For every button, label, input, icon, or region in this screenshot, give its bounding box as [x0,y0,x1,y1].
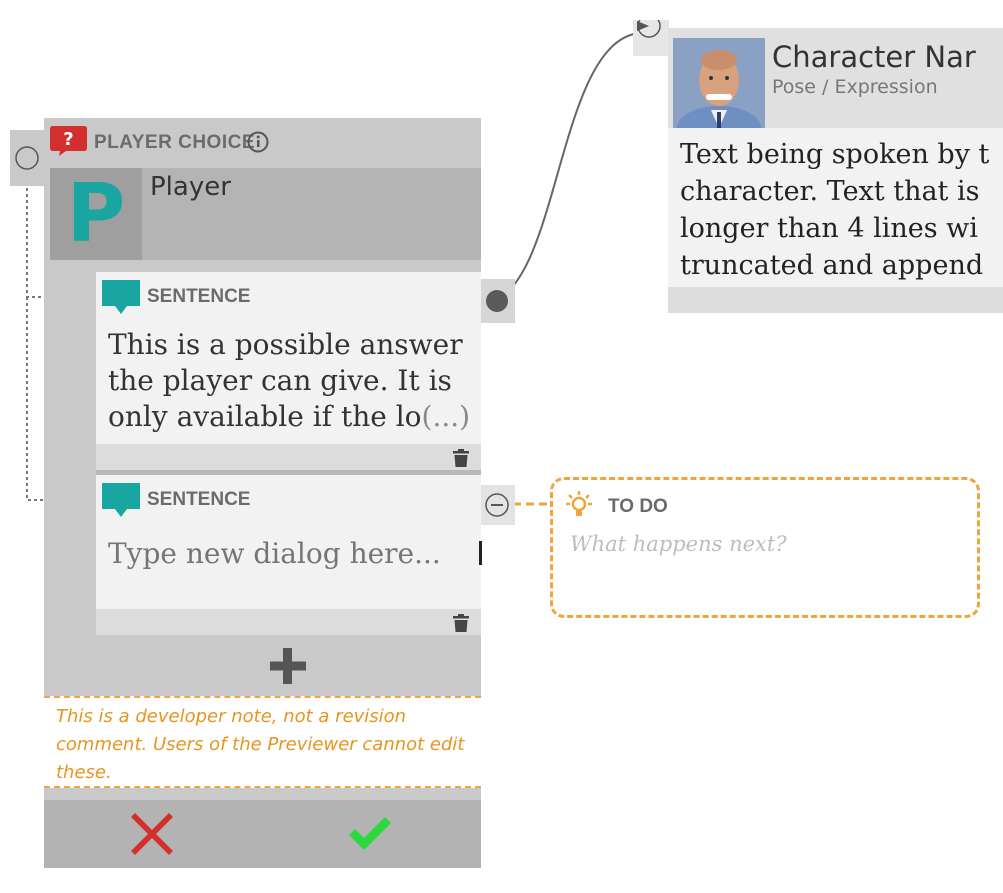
close-icon[interactable] [129,811,175,857]
player-choice-node[interactable]: ? PLAYER CHOICE P Player SENTENCE This i… [44,118,482,868]
info-icon[interactable] [247,131,269,153]
player-choice-header: ? PLAYER CHOICE [44,118,481,168]
player-name: Player [150,172,231,202]
question-icon: ? [50,126,87,156]
sentence-label: SENTENCE [147,286,251,307]
speech-bubble-icon [102,280,140,314]
choice-action-bar [44,800,481,868]
sentence-card[interactable]: SENTENCE This is a possible answer the p… [96,272,481,470]
check-icon[interactable] [347,813,393,853]
todo-text[interactable]: What happens next? [570,532,787,556]
svg-text:?: ? [63,129,73,150]
dialogue-text[interactable]: Text being spoken by t character. Text t… [680,136,1003,284]
sentence-output-pin[interactable] [481,485,515,525]
player-avatar: P [50,168,142,260]
lightbulb-icon [566,491,592,516]
todo-label: TO DO [608,496,668,517]
dialogue-footer [668,287,1003,313]
trash-icon[interactable] [453,614,469,632]
sentence-label: SENTENCE [147,489,251,510]
player-character-row[interactable]: P Player [50,168,481,260]
new-dialog-input[interactable] [108,533,468,573]
developer-note[interactable]: This is a developer note, not a revision… [44,696,481,788]
add-sentence-button[interactable] [268,646,308,686]
speech-bubble-icon [102,483,140,517]
todo-node[interactable]: TO DO What happens next? [550,477,980,618]
dialogue-node[interactable]: Character Nar Pose / Expression Text bei… [668,28,1003,313]
truncation-ellipsis: (...) [421,400,471,433]
sentence-output-pin-connected[interactable] [481,279,515,323]
sentence-text[interactable]: This is a possible answer the player can… [108,327,473,435]
trash-icon[interactable] [453,449,469,467]
node-type-label: PLAYER CHOICE [94,132,255,153]
sentence-footer [96,609,481,635]
sentence-card-new[interactable]: SENTENCE [96,475,482,635]
pose-expression: Pose / Expression [772,76,938,98]
text-caret [479,541,482,565]
character-name: Character Nar [772,40,976,74]
sentence-footer [96,444,481,470]
choice-input-pin[interactable] [10,130,44,186]
character-portrait [673,38,765,128]
dialogue-header: Character Nar Pose / Expression [668,28,1003,128]
dialogue-input-pin[interactable] [633,14,669,56]
developer-note-text: This is a developer note, not a revision… [56,706,465,783]
sentence1-to-dialogue-link [496,32,641,300]
player-initial: P [66,167,126,260]
